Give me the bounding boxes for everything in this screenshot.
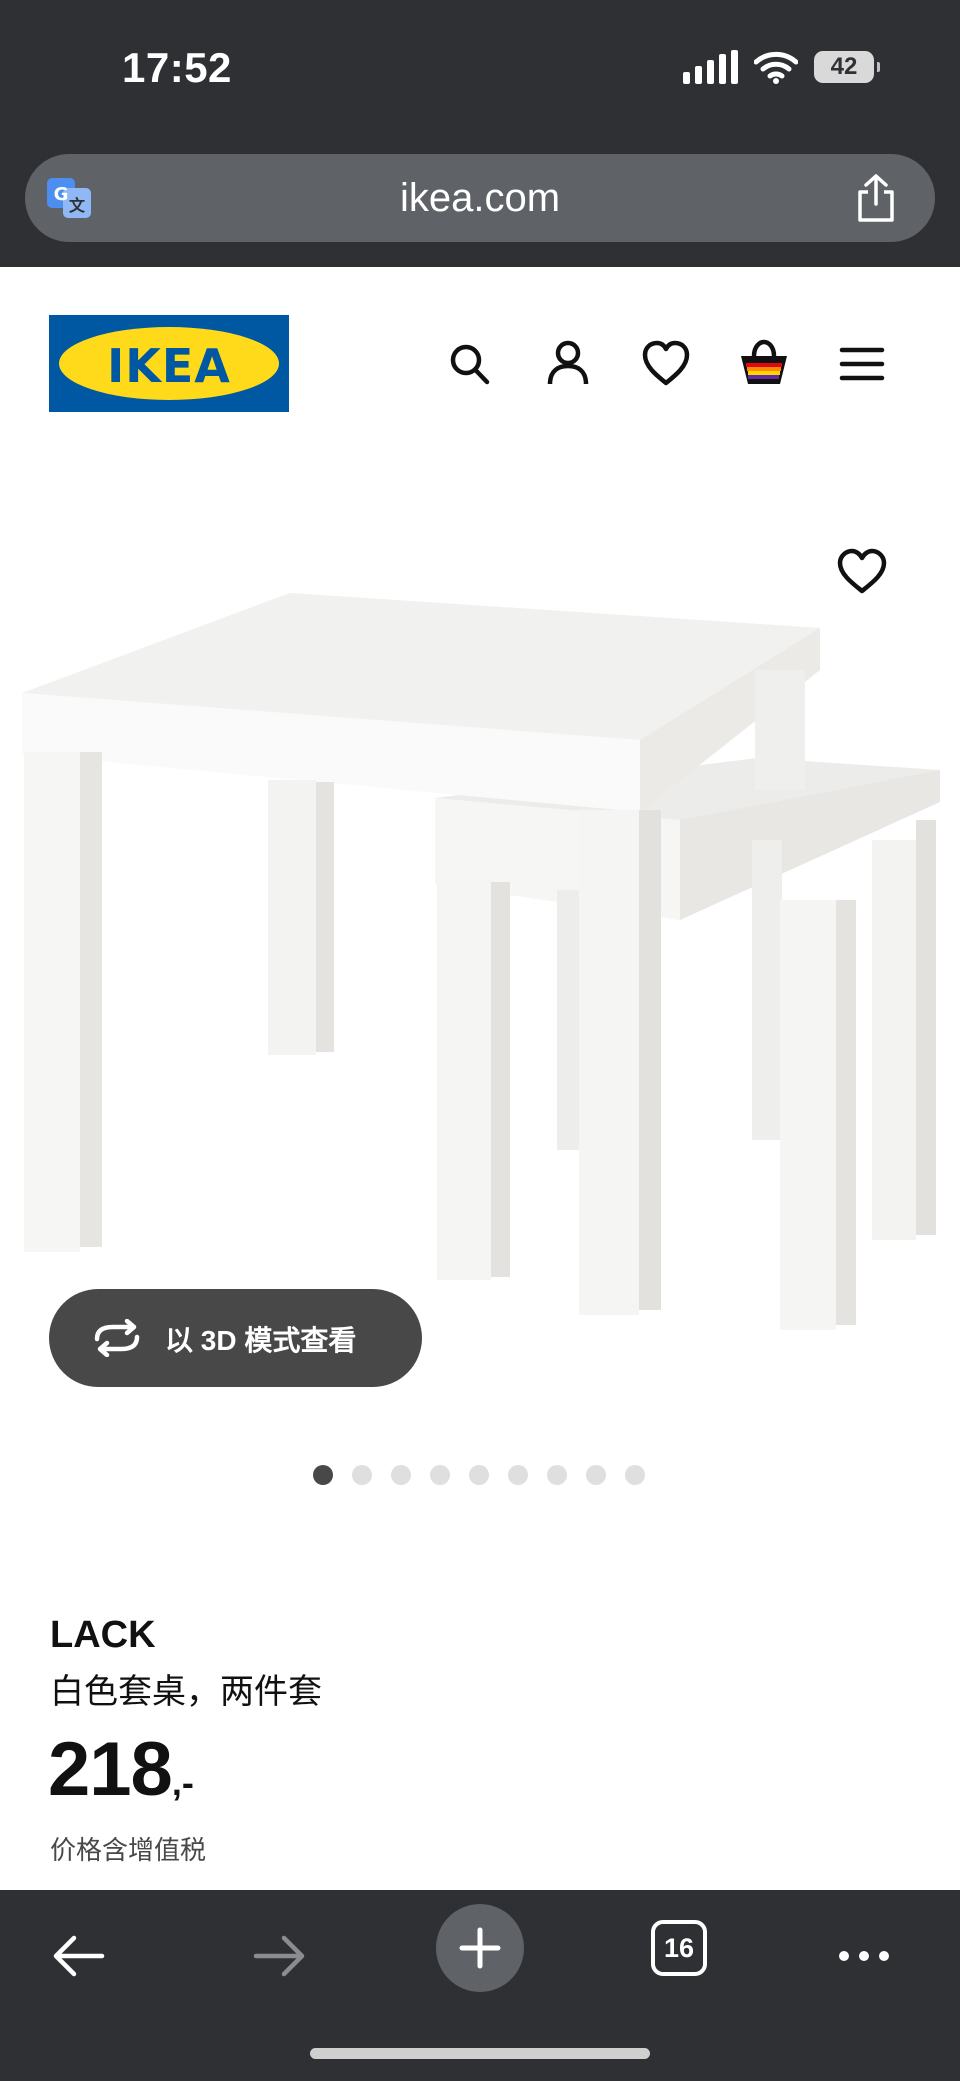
carousel-indicator <box>0 1465 960 1485</box>
price-integer: 218 <box>48 1727 173 1812</box>
carousel-dot-active[interactable] <box>313 1465 333 1485</box>
large-table-illustration <box>22 593 820 1315</box>
product-description: 白色套桌，两件套 <box>50 1673 322 1711</box>
wifi-icon <box>754 51 798 84</box>
logo-text: IKEA <box>107 339 231 393</box>
home-indicator <box>310 2048 650 2059</box>
ikea-logo[interactable]: IKEA <box>49 315 289 412</box>
url-text[interactable]: ikea.com <box>25 176 935 221</box>
price-suffix: ,- <box>171 1762 194 1803</box>
tax-note: 价格含增值税 <box>50 1835 207 1865</box>
product-name: LACK <box>50 1614 156 1656</box>
new-tab-button[interactable] <box>436 1904 524 1992</box>
heart-icon[interactable] <box>640 336 692 392</box>
battery-icon: 42 <box>814 51 880 83</box>
shopping-bag-icon[interactable] <box>738 336 790 392</box>
product-price: 218,- <box>48 1726 194 1813</box>
carousel-dot[interactable] <box>508 1465 528 1485</box>
share-icon[interactable] <box>853 172 899 224</box>
cellular-signal-icon <box>683 50 738 84</box>
rotate-3d-icon <box>94 1319 140 1357</box>
forward-arrow-icon[interactable] <box>250 1928 310 1984</box>
account-icon[interactable] <box>542 336 594 392</box>
product-image[interactable] <box>0 520 960 1420</box>
menu-icon[interactable] <box>836 336 888 392</box>
tabs-button[interactable]: 16 <box>651 1920 707 1976</box>
plus-icon <box>459 1927 501 1969</box>
browser-bottom-toolbar: 16 <box>0 1890 960 2081</box>
view-in-3d-label: 以 3D 模式查看 <box>165 1325 357 1356</box>
carousel-dot[interactable] <box>586 1465 606 1485</box>
view-in-3d-button[interactable]: 以 3D 模式查看 <box>49 1289 422 1387</box>
favorite-heart-icon[interactable] <box>836 548 888 596</box>
search-icon[interactable] <box>444 336 496 392</box>
back-arrow-icon[interactable] <box>48 1928 108 1984</box>
carousel-dot[interactable] <box>625 1465 645 1485</box>
carousel-dot[interactable] <box>352 1465 372 1485</box>
carousel-dot[interactable] <box>547 1465 567 1485</box>
carousel-dot[interactable] <box>469 1465 489 1485</box>
more-icon[interactable] <box>834 1928 894 1984</box>
browser-top-bar: 17:52 42 G 文 ikea.com <box>0 0 960 267</box>
carousel-dot[interactable] <box>430 1465 450 1485</box>
address-bar[interactable]: G 文 ikea.com <box>25 154 935 242</box>
small-table-illustration <box>435 758 940 1330</box>
status-time: 17:52 <box>122 44 232 91</box>
carousel-dot[interactable] <box>391 1465 411 1485</box>
status-indicators: 42 <box>683 50 880 84</box>
